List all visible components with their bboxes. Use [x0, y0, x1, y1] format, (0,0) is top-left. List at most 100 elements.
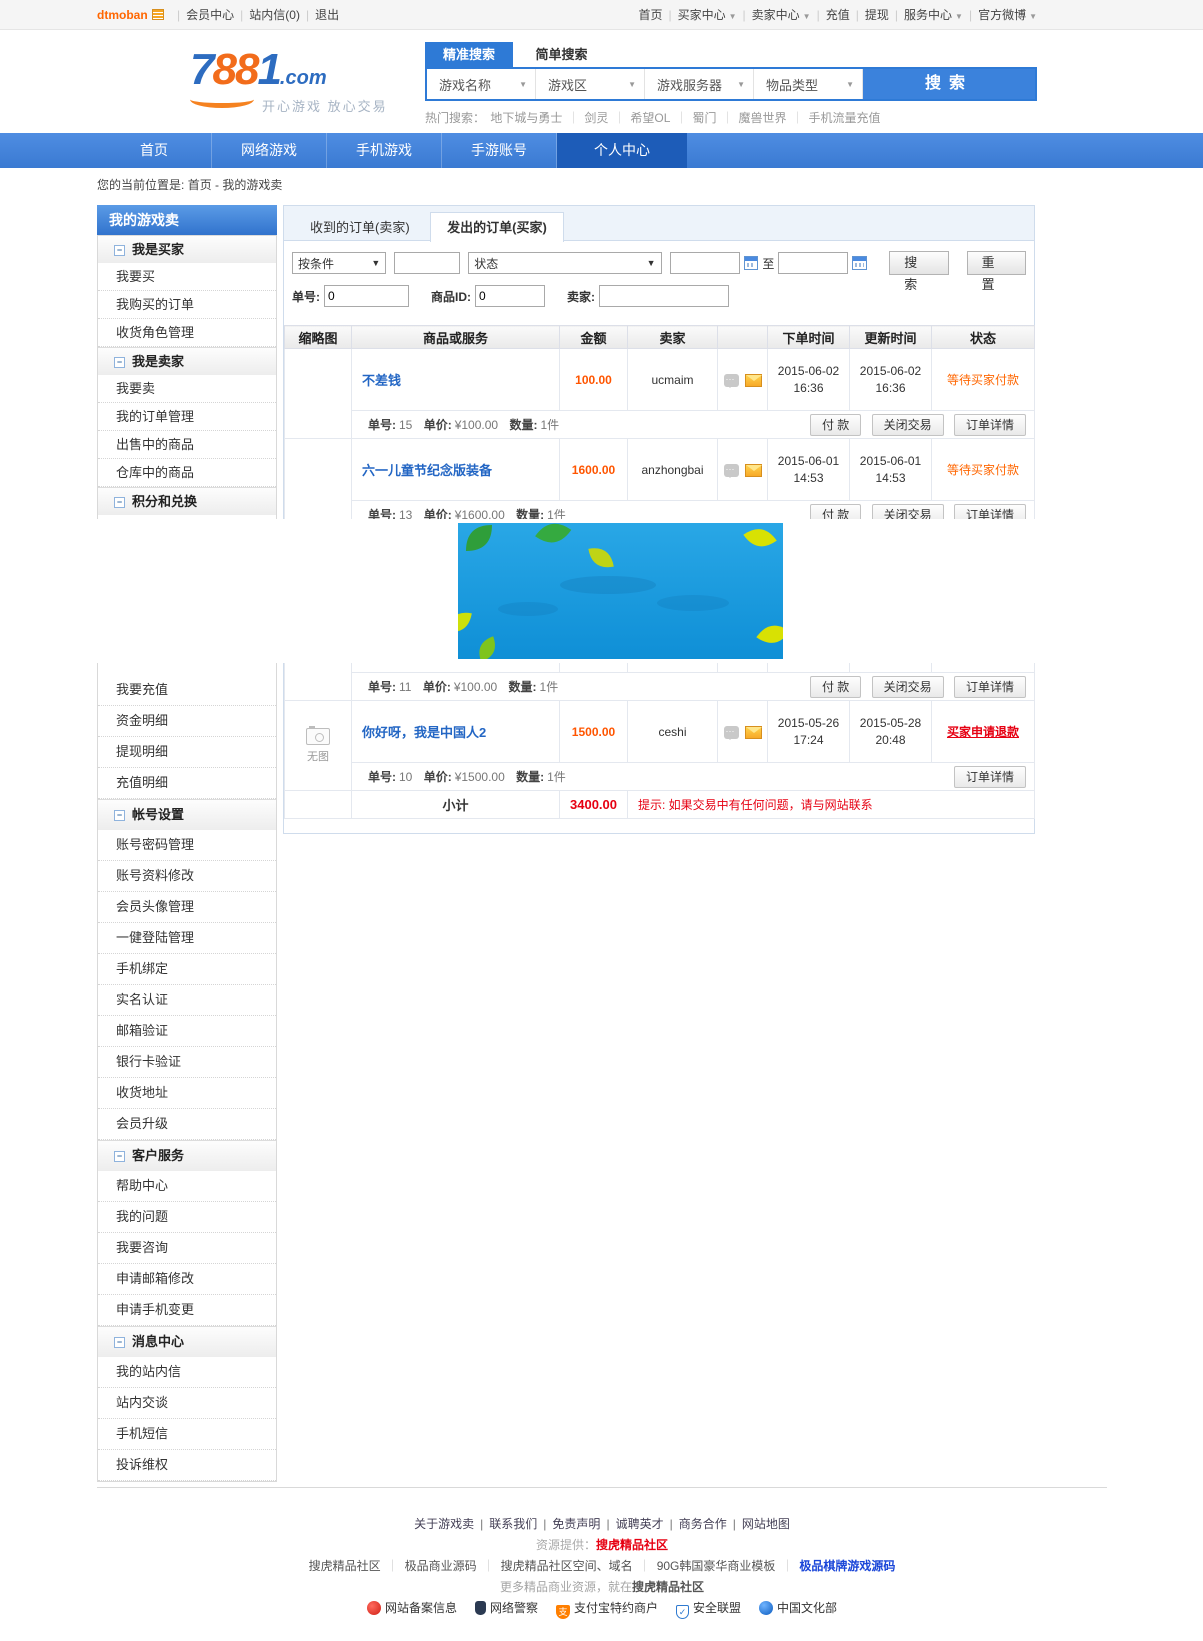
topbar-nav-item[interactable]: 首页	[638, 8, 662, 22]
mail-icon[interactable]	[745, 726, 762, 739]
mail-icon[interactable]	[745, 464, 762, 477]
search-select[interactable]: 游戏区▼	[536, 69, 645, 99]
sidebar-item[interactable]: 申请邮箱修改	[98, 1264, 276, 1295]
sidebar-section[interactable]: 客户服务	[98, 1140, 276, 1171]
nav-item-2[interactable]: 网络游戏	[212, 133, 327, 168]
sidebar-item[interactable]: 我的订单管理	[98, 403, 276, 431]
sidebar-item[interactable]: 我要买	[98, 263, 276, 291]
partner-link[interactable]: 90G韩国豪华商业模板	[657, 1559, 776, 1573]
sidebar-section[interactable]: 我是买家	[98, 235, 276, 263]
hot-search-item[interactable]: 手机流量充值	[809, 111, 881, 125]
order-product-link[interactable]: 不差钱	[362, 373, 401, 388]
pay-button[interactable]: 付 款	[810, 676, 861, 698]
topbar-nav-item[interactable]: 提现	[865, 8, 889, 22]
date-to-input[interactable]	[778, 252, 848, 274]
sidebar-item[interactable]: 投诉维权	[98, 1450, 276, 1481]
nav-item-5[interactable]: 个人中心	[557, 133, 687, 168]
order-no-input[interactable]	[324, 285, 409, 307]
topbar-link[interactable]: 会员中心	[186, 8, 234, 22]
footer-link[interactable]: 商务合作	[679, 1517, 727, 1531]
nav-item-1[interactable]: 首页	[97, 133, 212, 168]
status-select[interactable]: 状态▼	[468, 252, 661, 274]
close-trade-button[interactable]: 关闭交易	[872, 676, 944, 698]
topbar-link[interactable]: 退出	[315, 8, 339, 22]
topbar-nav-item[interactable]: 充值	[826, 8, 850, 22]
search-submit-button[interactable]: 搜索	[863, 69, 1035, 99]
sidebar-item[interactable]: 帮助中心	[98, 1171, 276, 1202]
nav-item-4[interactable]: 手游账号	[442, 133, 557, 168]
chat-icon[interactable]	[724, 726, 739, 739]
tab-received-orders[interactable]: 收到的订单(卖家)	[294, 213, 426, 242]
partner-link[interactable]: 搜虎精品社区	[309, 1559, 381, 1573]
sidebar-item[interactable]: 站内交谈	[98, 1388, 276, 1419]
sidebar-item[interactable]: 会员升级	[98, 1109, 276, 1140]
sidebar-item[interactable]: 收货角色管理	[98, 319, 276, 347]
sidebar-item[interactable]: 邮箱验证	[98, 1016, 276, 1047]
sidebar-item[interactable]: 手机绑定	[98, 954, 276, 985]
order-detail-button[interactable]: 订单详情	[954, 766, 1026, 788]
partner-link[interactable]: 极品棋牌游戏源码	[799, 1559, 895, 1573]
hot-search-item[interactable]: 剑灵	[584, 111, 608, 125]
footer-badge[interactable]: 网络警察	[475, 1601, 538, 1615]
breadcrumb-home-link[interactable]: 首页	[188, 178, 212, 192]
topbar-nav-item[interactable]: 服务中心▼	[904, 8, 963, 22]
topbar-link[interactable]: 站内信(0)	[249, 8, 300, 22]
footer-badge[interactable]: 中国文化部	[759, 1601, 837, 1615]
sidebar-item[interactable]: 我要充值	[98, 675, 276, 706]
partner-link[interactable]: 极品商业源码	[405, 1559, 477, 1573]
footer-link[interactable]: 免责声明	[552, 1517, 600, 1531]
order-product-link[interactable]: 六一儿童节纪念版装备	[362, 463, 492, 478]
topbar-nav-item[interactable]: 官方微博▼	[978, 8, 1037, 22]
message-icon[interactable]	[152, 9, 164, 20]
condition-select[interactable]: 按条件▼	[292, 252, 386, 274]
sidebar-item[interactable]: 账号密码管理	[98, 830, 276, 861]
sidebar-item[interactable]: 资金明细	[98, 706, 276, 737]
sidebar-item[interactable]: 我的站内信	[98, 1357, 276, 1388]
sidebar-item[interactable]: 充值明细	[98, 768, 276, 799]
sidebar-item[interactable]: 提现明细	[98, 737, 276, 768]
chat-icon[interactable]	[724, 464, 739, 477]
order-product-link[interactable]: 你好呀，我是中国人2	[362, 725, 486, 740]
site-logo[interactable]: 7881.com 开心游戏 放心交易	[190, 48, 410, 108]
resource-link[interactable]: 搜虎精品社区	[596, 1538, 668, 1552]
sidebar-item[interactable]: 申请手机变更	[98, 1295, 276, 1326]
sidebar-item[interactable]: 手机短信	[98, 1419, 276, 1450]
sidebar-section[interactable]: 消息中心	[98, 1326, 276, 1357]
sidebar-item[interactable]: 银行卡验证	[98, 1047, 276, 1078]
seller-input[interactable]	[599, 285, 729, 307]
sidebar-section[interactable]: 我是卖家	[98, 347, 276, 375]
sidebar-section[interactable]: 积分和兑换	[98, 487, 276, 515]
tab-sent-orders[interactable]: 发出的订单(买家)	[430, 212, 564, 242]
sidebar-item[interactable]: 收货地址	[98, 1078, 276, 1109]
order-detail-button[interactable]: 订单详情	[954, 414, 1026, 436]
mail-icon[interactable]	[745, 374, 762, 387]
tab-precise-search[interactable]: 精准搜索	[425, 42, 513, 67]
reset-button[interactable]: 重 置	[967, 251, 1026, 275]
footer-link[interactable]: 网站地图	[742, 1517, 790, 1531]
nav-item-3[interactable]: 手机游戏	[327, 133, 442, 168]
more-resource-link[interactable]: 搜虎精品社区	[632, 1580, 704, 1594]
search-select[interactable]: 物品类型▼	[754, 69, 863, 99]
topbar-nav-item[interactable]: 卖家中心▼	[752, 8, 811, 22]
footer-badge[interactable]: 安全联盟	[676, 1601, 741, 1615]
sidebar-item[interactable]: 我要卖	[98, 375, 276, 403]
sidebar-item[interactable]: 出售中的商品	[98, 431, 276, 459]
search-button[interactable]: 搜 索	[889, 251, 948, 275]
hot-search-item[interactable]: 地下城与勇士	[490, 111, 562, 125]
username[interactable]: dtmoban	[97, 8, 148, 22]
hot-search-item[interactable]: 魔兽世界	[738, 111, 786, 125]
footer-badge[interactable]: 支付宝特约商户	[556, 1601, 658, 1615]
footer-link[interactable]: 关于游戏卖	[414, 1517, 474, 1531]
hot-search-item[interactable]: 蜀门	[692, 111, 716, 125]
footer-link[interactable]: 联系我们	[489, 1517, 537, 1531]
pay-button[interactable]: 付 款	[810, 414, 861, 436]
search-select[interactable]: 游戏名称▼	[427, 69, 536, 99]
order-detail-button[interactable]: 订单详情	[954, 676, 1026, 698]
footer-badge[interactable]: 网站备案信息	[367, 1601, 457, 1615]
sidebar-section[interactable]: 帐号设置	[98, 799, 276, 830]
sidebar-item[interactable]: 会员头像管理	[98, 892, 276, 923]
sidebar-item[interactable]: 仓库中的商品	[98, 459, 276, 487]
topbar-nav-item[interactable]: 买家中心▼	[678, 8, 737, 22]
calendar-icon[interactable]	[852, 256, 867, 270]
search-select[interactable]: 游戏服务器▼	[645, 69, 754, 99]
